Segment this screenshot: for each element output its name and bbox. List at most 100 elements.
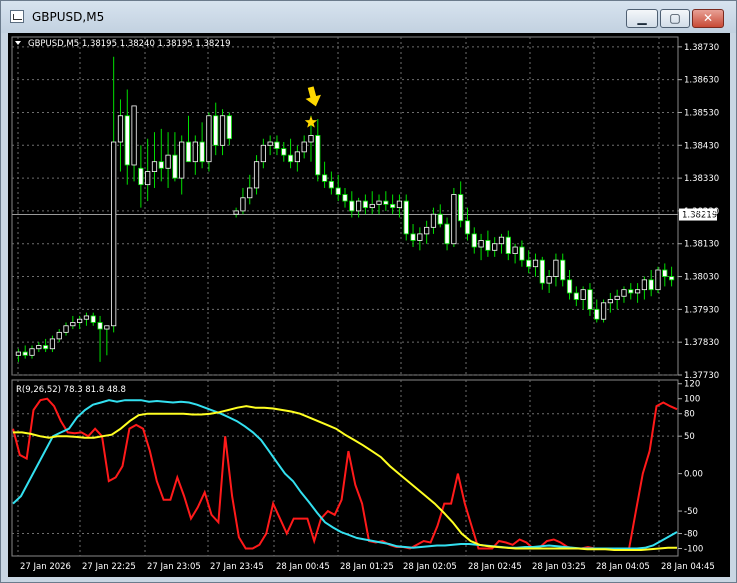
candle-body — [410, 233, 416, 241]
candle-body — [233, 210, 239, 215]
candle-body — [301, 141, 307, 153]
time-axis-label: 28 Jan 04:05 — [596, 562, 650, 572]
candle-body — [90, 315, 96, 323]
time-axis-label: 28 Jan 02:05 — [403, 562, 457, 572]
candle-body — [219, 115, 226, 146]
candle-body — [478, 240, 484, 248]
candle-body — [621, 289, 627, 297]
candle-body — [294, 151, 300, 163]
candle-body — [390, 203, 396, 209]
candle-body — [36, 345, 42, 350]
candle-body — [492, 243, 498, 251]
candle-body — [376, 200, 382, 205]
time-axis-label: 28 Jan 02:45 — [468, 562, 522, 572]
candle-body — [403, 200, 409, 235]
candle-body — [451, 194, 457, 245]
indicator-axis-label: 50 — [684, 432, 695, 442]
candle-body — [505, 236, 511, 254]
candle-body — [539, 259, 545, 284]
candle-body — [247, 187, 253, 199]
candle-body — [526, 259, 532, 268]
candle-body — [648, 279, 654, 291]
indicator-pane-frame — [11, 379, 679, 557]
candle-body — [29, 348, 35, 356]
price-axis-label: 1.38430 — [684, 141, 719, 151]
candle-body — [607, 299, 613, 304]
candle-body — [634, 289, 641, 294]
price-axis-label: 1.37930 — [684, 305, 719, 315]
candle-body — [328, 180, 334, 189]
chart-window-icon — [10, 10, 24, 23]
candle-body — [77, 318, 83, 323]
candle-body — [274, 141, 280, 149]
candle-body — [63, 325, 69, 333]
candle-body — [356, 200, 362, 212]
candle-body — [131, 105, 137, 166]
candle-body — [444, 223, 450, 245]
indicator-header: R(9,26,52) 78.3 81.8 48.8 — [16, 385, 126, 395]
candle-body — [226, 115, 232, 140]
candle-body — [532, 259, 539, 268]
indicator-axis-label: 80 — [684, 410, 695, 420]
time-axis-label: 28 Jan 04:45 — [661, 562, 715, 572]
indicator-axis-label: -80 — [684, 530, 698, 540]
candle-body — [349, 200, 355, 212]
candle-body — [185, 141, 192, 163]
candle-body — [498, 236, 505, 245]
chart-canvas[interactable]: 1.38219 GBPUSD,M5 1.38195 1.38240 1.3819… — [8, 33, 730, 577]
candle-body — [573, 292, 579, 300]
chart-area[interactable]: 1.38219 GBPUSD,M5 1.38195 1.38240 1.3819… — [8, 33, 730, 577]
candle-body — [662, 269, 668, 277]
close-button[interactable]: ✕ — [692, 9, 724, 28]
candle-body — [308, 135, 314, 143]
signal-arrow-icon — [305, 86, 321, 107]
indicator-axis-label: 100 — [684, 395, 700, 405]
candle-body — [546, 276, 552, 284]
candle-body — [471, 233, 477, 248]
candle-body — [464, 220, 471, 235]
symbol-header: GBPUSD,M5 1.38195 1.38240 1.38195 1.3821… — [28, 39, 231, 49]
minimize-button[interactable]: ▁ — [626, 9, 658, 28]
candle-body — [580, 289, 586, 300]
candle-body — [104, 325, 110, 330]
candle-body — [83, 315, 90, 320]
maximize-button[interactable]: ▢ — [660, 9, 690, 28]
title-bar[interactable]: GBPUSD,M5 ▁ ▢ ✕ — [1, 1, 736, 33]
candle-body — [485, 240, 491, 251]
candle-body — [97, 322, 103, 330]
candle-body — [628, 289, 634, 294]
candle-body — [437, 213, 443, 225]
minimize-icon: ▁ — [637, 11, 647, 25]
indicator-axis-label: -100 — [684, 545, 703, 555]
indicator-axis-label: 0.00 — [684, 470, 703, 480]
candle-body — [342, 194, 348, 202]
candle-body — [587, 289, 593, 310]
terminal-window: GBPUSD,M5 ▁ ▢ ✕ 1.38219 GBPUSD,M5 1.3819… — [0, 0, 737, 583]
maximize-icon: ▢ — [669, 11, 681, 25]
time-axis-label: 28 Jan 00:45 — [276, 562, 330, 572]
candle-body — [22, 351, 28, 356]
price-axis-label: 1.37830 — [684, 338, 719, 348]
candle-body — [15, 351, 22, 356]
candle-body — [600, 302, 607, 320]
time-axis-label: 27 Jan 23:45 — [210, 562, 264, 572]
candle-body — [49, 338, 56, 350]
candle-body — [267, 141, 273, 146]
price-axis-label: 1.38230 — [684, 207, 719, 217]
header-triangle-icon[interactable] — [15, 41, 21, 45]
price-axis-label: 1.38130 — [684, 240, 719, 250]
candle-body — [199, 141, 205, 163]
candle-body — [192, 141, 198, 163]
candle-body — [655, 269, 661, 291]
close-icon: ✕ — [702, 11, 714, 25]
candle-body — [158, 161, 164, 169]
candle-body — [253, 161, 260, 189]
candle-body — [553, 259, 559, 277]
candle-body — [335, 187, 341, 195]
candle-body — [512, 246, 518, 254]
candle-body — [668, 276, 675, 281]
price-axis-label: 1.38730 — [684, 43, 719, 53]
candle-body — [281, 148, 287, 156]
candle-body — [519, 246, 525, 261]
candle-body — [287, 154, 294, 163]
